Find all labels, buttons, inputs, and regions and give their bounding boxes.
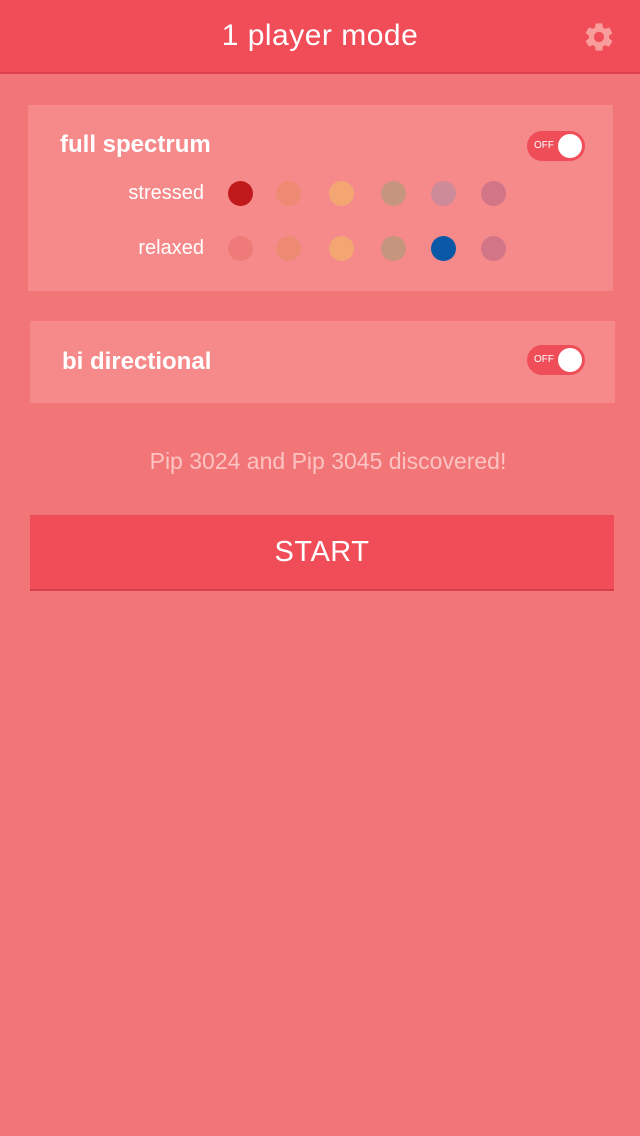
discovery-status: Pip 3024 and Pip 3045 discovered! [149,448,507,474]
stressed-color-3[interactable] [329,181,354,206]
stressed-color-2[interactable] [276,181,301,206]
relaxed-color-2[interactable] [276,236,301,261]
page-title: 1 player mode [221,19,419,52]
start-button[interactable]: START [30,515,614,591]
stressed-color-6[interactable] [481,181,506,206]
relaxed-color-3[interactable] [329,236,354,261]
relaxed-label: relaxed [138,237,204,259]
stressed-color-1[interactable] [228,181,253,206]
toggle-knob [558,348,582,372]
relaxed-color-4[interactable] [381,236,406,261]
bi-directional-label: bi directional [62,348,212,375]
app-header: 1 player mode [0,0,640,74]
bi-directional-card: bi directional OFF [30,321,615,403]
stressed-color-4[interactable] [381,181,406,206]
full-spectrum-label: full spectrum [60,131,211,158]
gear-icon[interactable] [582,20,616,54]
relaxed-color-5[interactable] [431,236,456,261]
toggle-state-text: OFF [534,354,554,365]
full-spectrum-card: full spectrum OFF stressed relaxed [28,105,613,291]
relaxed-color-6[interactable] [481,236,506,261]
bi-directional-toggle[interactable]: OFF [527,345,585,375]
toggle-knob [558,134,582,158]
toggle-state-text: OFF [534,140,554,151]
relaxed-color-1[interactable] [228,236,253,261]
stressed-color-5[interactable] [431,181,456,206]
stressed-label: stressed [128,182,204,204]
full-spectrum-toggle[interactable]: OFF [527,131,585,161]
